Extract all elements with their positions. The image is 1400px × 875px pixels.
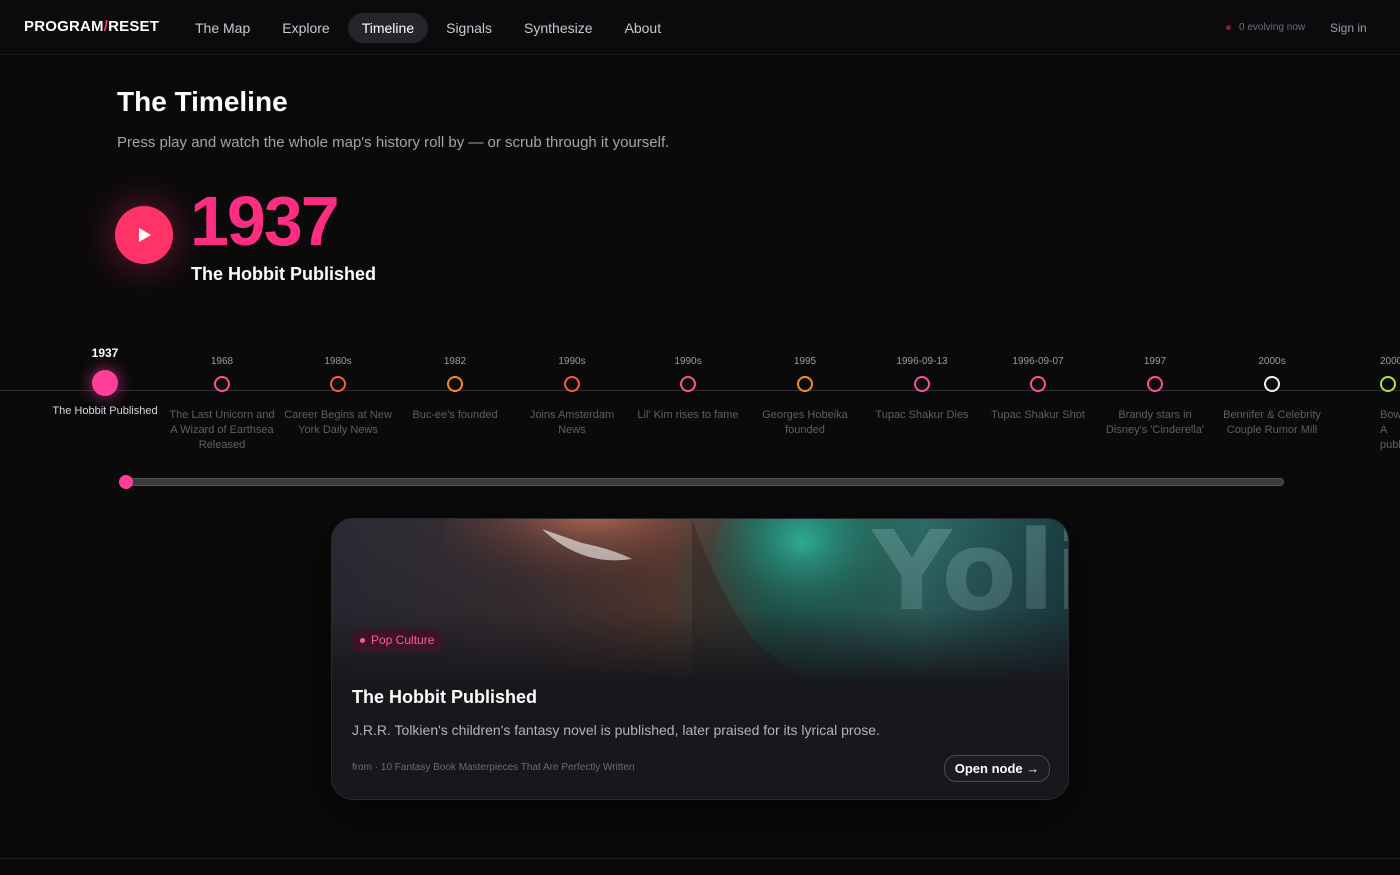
timeline-node[interactable]: 1996-09-13 Tupac Shakur Dies — [862, 340, 982, 423]
event-card-image: Yoli — [332, 519, 1068, 684]
timeline-node-date: 1968 — [210, 356, 234, 367]
timeline-node[interactable]: 1990s Joins Amsterdam News — [512, 340, 632, 438]
timeline-node-date: 2000s — [1258, 356, 1286, 367]
nav-item-signals[interactable]: Signals — [432, 13, 506, 43]
timeline-node-dot — [1380, 376, 1396, 392]
category-tag[interactable]: Pop Culture — [350, 629, 445, 652]
current-event-title: The Hobbit Published — [191, 264, 376, 284]
status-dot-icon — [1226, 25, 1231, 30]
timeline-node-label: Tupac Shakur Shot — [991, 409, 1085, 421]
play-icon — [139, 228, 151, 242]
nav-item-about[interactable]: About — [611, 13, 676, 43]
timeline-node-dot — [1030, 376, 1046, 392]
brand-right: RESET — [108, 18, 160, 35]
event-card-source: from · 10 Fantasy Book Masterpieces That… — [352, 762, 635, 773]
timeline-node[interactable]: 1990s Lil' Kim rises to fame — [628, 340, 748, 423]
timeline-node-label: Bennifer & Celebrity Couple Rumor Mill — [1223, 409, 1321, 436]
pop-culture-photo: Yoli — [332, 519, 1068, 684]
timeline-node-date: 2000 — [1380, 356, 1400, 367]
timeline-node-date: 1996-09-07 — [1012, 356, 1064, 367]
footer-divider — [0, 858, 1400, 859]
timeline-node[interactable]: 1996-09-07 Tupac Shakur Shot — [978, 340, 1098, 423]
event-card-description: J.R.R. Tolkien's children's fantasy nove… — [352, 722, 880, 738]
timeline-node-date: 1980s — [324, 356, 352, 367]
timeline-node[interactable]: 1937 The Hobbit Published — [45, 340, 165, 419]
timeline-node-date: 1995 — [793, 356, 817, 367]
timeline-node[interactable]: 1980s Career Begins at New York Daily Ne… — [278, 340, 398, 438]
timeline-node-label: Georges Hobeika founded — [762, 409, 848, 436]
timeline-node-dot — [214, 376, 230, 392]
evolving-status: 0 evolving now — [1226, 22, 1305, 33]
sign-in-link[interactable]: Sign in — [1330, 21, 1367, 35]
timeline-scrubber-track[interactable] — [126, 478, 1284, 486]
timeline-node[interactable]: 1995 Georges Hobeika founded — [745, 340, 865, 438]
timeline-node[interactable]: 2000s Bennifer & Celebrity Couple Rumor … — [1212, 340, 1332, 438]
top-navbar: PROGRAM/RESET The Map Explore Timeline S… — [0, 0, 1400, 55]
play-button[interactable] — [115, 206, 173, 264]
timeline-node-dot — [797, 376, 813, 392]
timeline-node-dot — [564, 376, 580, 392]
brand-left: PROGRAM — [24, 18, 104, 35]
timeline-node-date: 1996-09-13 — [896, 356, 948, 367]
timeline-node-label: Bowling A publish — [1380, 409, 1400, 451]
timeline-node-label: The Last Unicorn and A Wizard of Earthse… — [169, 409, 275, 451]
timeline-node-dot — [447, 376, 463, 392]
timeline-node-label: Buc-ee's founded — [412, 409, 498, 421]
nav-item-synthesize[interactable]: Synthesize — [510, 13, 606, 43]
timeline-node-date: 1997 — [1143, 356, 1167, 367]
timeline-node-date: 1990s — [674, 356, 702, 367]
timeline-node[interactable]: 1982 Buc-ee's founded — [395, 340, 515, 423]
timeline-node-label: Brandy stars in Disney's 'Cinderella' — [1105, 409, 1204, 436]
nav-item-explore[interactable]: Explore — [268, 13, 343, 43]
timeline-node-date: 1990s — [558, 356, 586, 367]
evolving-text: 0 evolving now — [1239, 22, 1306, 33]
open-node-button[interactable]: Open node → — [944, 755, 1050, 782]
current-year: 1937 — [190, 182, 340, 260]
timeline-node-dot — [1147, 376, 1163, 392]
nav-item-timeline[interactable]: Timeline — [347, 13, 429, 43]
timeline-scrubber-thumb[interactable] — [119, 475, 133, 489]
timeline-track: 1937 The Hobbit Published 1968 The Last … — [0, 340, 1400, 460]
timeline-node-dot — [1264, 376, 1280, 392]
timeline-node-dot — [92, 370, 118, 396]
timeline-node-dot — [330, 376, 346, 392]
timeline-node-date: 1937 — [91, 346, 119, 360]
timeline-node-label: Lil' Kim rises to fame — [637, 409, 739, 421]
timeline-node-dot — [680, 376, 696, 392]
timeline-node-dot — [914, 376, 930, 392]
page-title: The Timeline — [117, 86, 288, 117]
event-card-title: The Hobbit Published — [352, 687, 537, 707]
main-nav: The Map Explore Timeline Signals Synthes… — [181, 13, 675, 43]
timeline-node-label: Tupac Shakur Dies — [875, 409, 969, 421]
page-subtitle: Press play and watch the whole map's his… — [117, 134, 670, 151]
tag-dot-icon — [360, 638, 365, 643]
category-tag-label: Pop Culture — [371, 633, 435, 647]
nav-item-the-map[interactable]: The Map — [181, 13, 264, 43]
brand-logo[interactable]: PROGRAM/RESET — [24, 18, 159, 35]
timeline-node[interactable]: 2000 Bowling A publish — [1376, 340, 1400, 453]
timeline-node[interactable]: 1968 The Last Unicorn and A Wizard of Ea… — [162, 340, 282, 453]
timeline-node-label: Career Begins at New York Daily News — [284, 409, 392, 436]
event-card: Yoli Pop Culture The Hobbit Published J.… — [331, 518, 1069, 800]
timeline-node-label: The Hobbit Published — [52, 405, 158, 417]
timeline-node-date: 1982 — [443, 356, 467, 367]
timeline-node[interactable]: 1997 Brandy stars in Disney's 'Cinderell… — [1095, 340, 1215, 438]
timeline-node-label: Joins Amsterdam News — [529, 409, 615, 436]
